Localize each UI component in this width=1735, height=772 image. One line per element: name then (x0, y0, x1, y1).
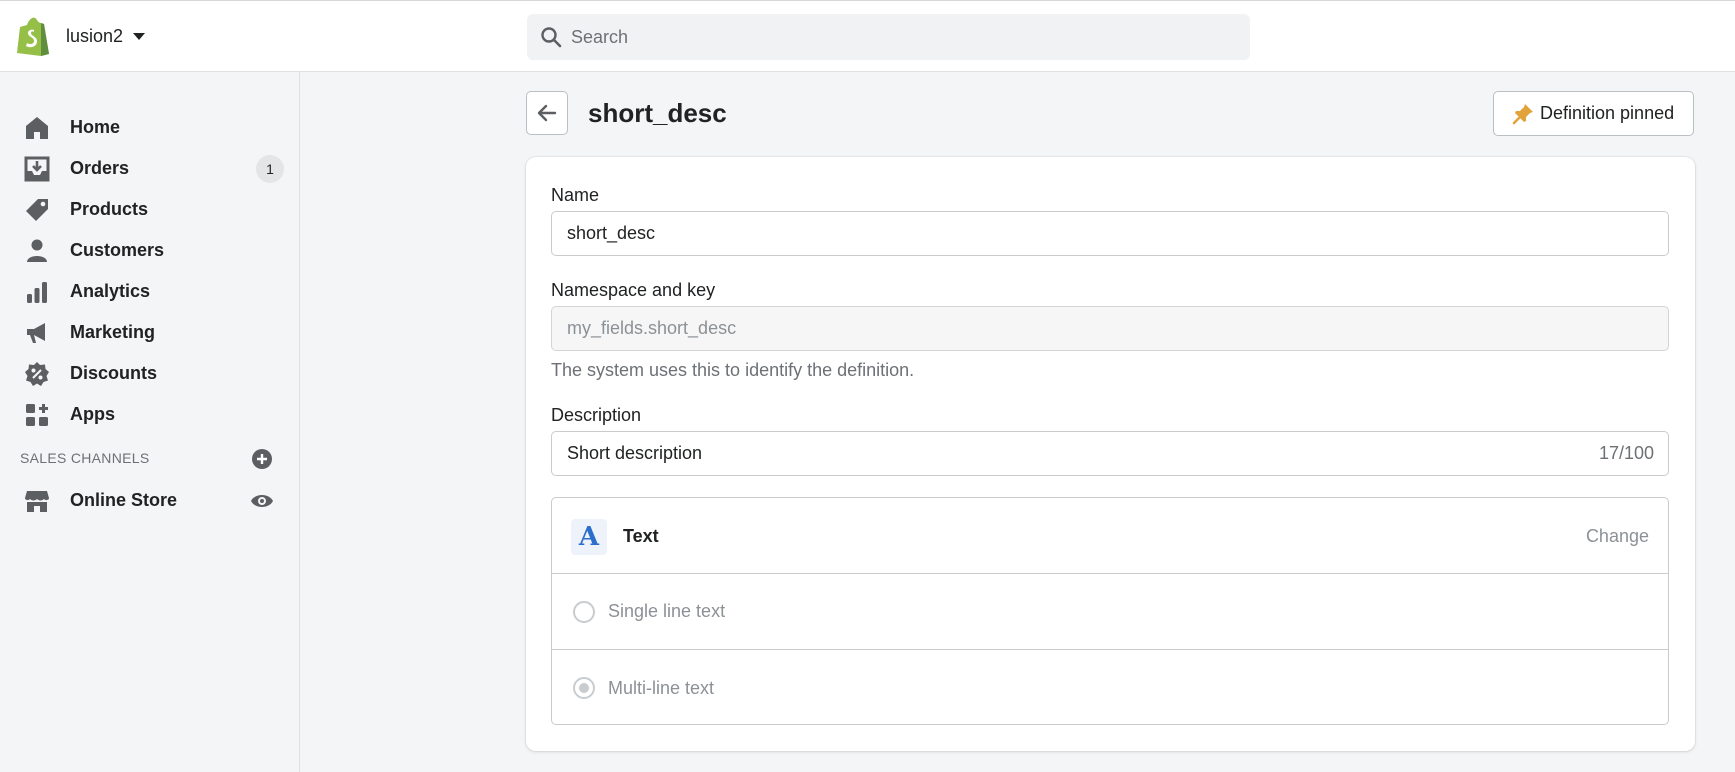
apps-icon (26, 403, 48, 426)
orders-icon (24, 156, 50, 181)
sidebar-item-label: Discounts (70, 363, 158, 383)
store-name: lusion2 (66, 25, 124, 46)
definition-card: Name short_desc Namespace and key my_fie… (526, 157, 1695, 751)
store-icon (25, 490, 49, 512)
back-button[interactable] (526, 91, 568, 135)
sidebar-item-label: Products (70, 199, 149, 219)
content-type-name: Text (623, 526, 659, 546)
store-switcher[interactable]: lusion2 (16, 15, 146, 57)
person-icon (27, 239, 47, 262)
sidebar-item-orders[interactable]: Orders 1 (0, 148, 300, 189)
arrow-left-icon (537, 104, 557, 122)
content-type-box: A Text Change Single line text Multi-lin… (551, 497, 1669, 725)
sidebar-item-label: Apps (70, 404, 115, 424)
search-bar[interactable] (527, 14, 1250, 60)
definition-pinned-label: Definition pinned (1540, 103, 1675, 123)
search-icon (541, 27, 562, 48)
sales-channels-heading: SALES CHANNELS (20, 450, 150, 466)
tag-icon (26, 198, 48, 221)
description-field[interactable]: Short description 17/100 (551, 431, 1669, 476)
sidebar-item-customers[interactable]: Customers (0, 230, 300, 271)
description-label: Description (551, 405, 642, 425)
single-line-text-option[interactable]: Single line text (552, 574, 1668, 650)
add-sales-channel-icon[interactable] (251, 448, 273, 470)
namespace-field: my_fields.short_desc (551, 306, 1669, 351)
sidebar-item-discounts[interactable]: Discounts (0, 353, 300, 394)
sidebar-item-label: Home (70, 117, 121, 137)
sidebar-item-label: Analytics (70, 281, 151, 301)
multi-line-text-option[interactable]: Multi-line text (552, 650, 1668, 726)
namespace-label: Namespace and key (551, 280, 716, 300)
namespace-help-text: The system uses this to identify the def… (551, 360, 915, 380)
eye-icon[interactable] (250, 489, 274, 513)
sidebar: Home Orders 1 Products Customers Analyti… (0, 72, 300, 772)
content-type-header: A Text Change (552, 498, 1668, 574)
megaphone-icon (27, 322, 45, 343)
description-char-counter: 17/100 (1598, 443, 1654, 463)
sidebar-item-analytics[interactable]: Analytics (0, 271, 300, 312)
sidebar-item-products[interactable]: Products (0, 189, 300, 230)
sidebar-item-label: Customers (70, 240, 165, 260)
change-type-link[interactable]: Change (1586, 526, 1649, 547)
sidebar-item-marketing[interactable]: Marketing (0, 312, 300, 353)
shopify-logo-icon (17, 17, 49, 56)
sidebar-item-label: Orders (70, 158, 130, 178)
top-bar: lusion2 (0, 0, 1735, 72)
pin-icon (1512, 103, 1533, 124)
caret-down-icon (133, 32, 146, 40)
text-type-icon: A (571, 519, 607, 555)
name-label: Name (551, 185, 600, 205)
name-field[interactable]: short_desc (551, 211, 1669, 256)
multi-line-radio[interactable] (573, 677, 595, 699)
description-field-value: Short description (567, 443, 703, 463)
bar-chart-icon (27, 281, 47, 303)
sidebar-item-online-store[interactable]: Online Store (0, 480, 300, 521)
home-icon (26, 116, 48, 139)
discount-icon (25, 361, 49, 386)
namespace-field-value: my_fields.short_desc (567, 318, 737, 338)
sidebar-item-label: Online Store (70, 490, 178, 510)
single-line-radio[interactable] (573, 600, 595, 623)
definition-pinned-button[interactable]: Definition pinned (1493, 91, 1694, 136)
single-line-label: Single line text (608, 601, 726, 621)
page-title: short_desc (588, 98, 727, 128)
sidebar-item-label: Marketing (70, 322, 156, 342)
sidebar-item-home[interactable]: Home (0, 107, 300, 148)
search-input[interactable] (571, 26, 1211, 48)
orders-count-badge: 1 (256, 154, 284, 183)
name-field-value: short_desc (567, 223, 656, 243)
sidebar-item-apps[interactable]: Apps (0, 394, 300, 435)
multi-line-label: Multi-line text (608, 677, 715, 698)
